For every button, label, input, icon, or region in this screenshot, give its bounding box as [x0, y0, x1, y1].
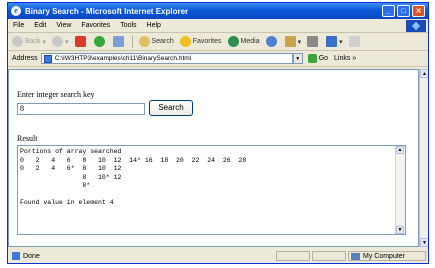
discuss-button[interactable]	[348, 36, 362, 47]
forward-arrow-icon	[52, 36, 64, 47]
status-bar: Done My Computer	[8, 249, 428, 263]
address-input[interactable]: C:\IW3HTP3\examples\ch11\BinarySearch.ht…	[40, 53, 293, 64]
result-label: Result	[17, 134, 38, 143]
page-done-icon	[12, 252, 20, 260]
home-button[interactable]	[112, 36, 126, 47]
menu-file[interactable]: File	[13, 22, 24, 29]
home-icon	[112, 36, 124, 47]
refresh-button[interactable]	[93, 36, 107, 47]
stop-icon	[74, 36, 86, 47]
refresh-icon	[93, 36, 105, 47]
title-bar: e Binary Search - Microsoft Internet Exp…	[8, 3, 428, 19]
print-button[interactable]	[307, 36, 320, 47]
favorites-button[interactable]: Favorites	[179, 36, 222, 47]
menu-view[interactable]: View	[56, 22, 71, 29]
go-button[interactable]: Go	[307, 54, 328, 63]
security-zone: My Computer	[348, 251, 426, 261]
edit-page-icon	[326, 36, 338, 47]
star-icon	[179, 36, 191, 47]
browser-window: e Binary Search - Microsoft Internet Exp…	[7, 2, 429, 264]
page-scrollbar[interactable]: ▲ ▼	[419, 69, 428, 247]
menu-favorites[interactable]: Favorites	[81, 22, 110, 29]
links-button[interactable]: Links »	[334, 55, 356, 62]
page-scroll-down-icon[interactable]: ▼	[420, 238, 428, 247]
page-icon	[43, 54, 52, 63]
status-pane	[276, 251, 310, 261]
computer-icon	[351, 252, 360, 260]
menu-bar: File Edit View Favorites Tools Help	[8, 19, 428, 33]
menu-edit[interactable]: Edit	[34, 22, 46, 29]
history-icon	[265, 36, 277, 47]
magnifier-icon	[138, 36, 150, 47]
address-dropdown-button[interactable]: ▼	[292, 53, 303, 64]
menu-tools[interactable]: Tools	[120, 22, 136, 29]
search-toolbar-button[interactable]: Search	[138, 36, 174, 47]
address-url: C:\IW3HTP3\examples\ch11\BinarySearch.ht…	[54, 55, 192, 62]
search-key-label: Enter integer search key	[17, 90, 95, 99]
result-scrollbar[interactable]: ▲ ▼	[395, 146, 405, 234]
back-arrow-icon	[12, 36, 23, 47]
page-content: Enter integer search key 8 Search Result…	[8, 69, 419, 247]
page-scroll-up-icon[interactable]: ▲	[420, 69, 428, 78]
discuss-icon	[348, 36, 360, 47]
ie-logo-icon: e	[11, 6, 21, 16]
address-bar: Address C:\IW3HTP3\examples\ch11\BinaryS…	[8, 51, 428, 67]
edit-button[interactable]: ▾	[326, 36, 343, 47]
address-label: Address	[12, 55, 38, 62]
go-arrow-icon	[307, 54, 317, 63]
mail-icon	[284, 36, 296, 47]
scroll-up-icon[interactable]: ▲	[396, 146, 404, 154]
history-button[interactable]	[265, 36, 279, 47]
mail-button[interactable]: ▾	[284, 36, 301, 47]
status-pane	[312, 251, 346, 261]
search-button[interactable]: Search	[149, 100, 193, 116]
maximize-button[interactable]: □	[397, 5, 410, 17]
toolbar: Back ▾ ▾ Search Favorites Media ▾ ▾	[8, 33, 428, 51]
toolbar-divider	[131, 35, 133, 48]
window-title: Binary Search - Microsoft Internet Explo…	[25, 6, 189, 16]
minimize-button[interactable]: _	[382, 5, 395, 17]
search-key-input[interactable]: 8	[17, 103, 145, 115]
windows-throbber-icon	[406, 20, 426, 32]
media-icon	[227, 36, 239, 47]
result-textarea[interactable]: Portions of array searched 0 2 4 6 8 10 …	[17, 145, 406, 235]
printer-icon	[307, 36, 319, 47]
forward-button[interactable]: ▾	[52, 36, 69, 47]
scroll-down-icon[interactable]: ▼	[396, 226, 404, 234]
result-text: Portions of array searched 0 2 4 6 8 10 …	[20, 148, 247, 206]
media-button[interactable]: Media	[227, 36, 260, 47]
back-button[interactable]: Back ▾	[12, 36, 46, 47]
status-text: Done	[23, 252, 40, 260]
menu-help[interactable]: Help	[147, 22, 161, 29]
close-button[interactable]: ✕	[412, 5, 425, 17]
stop-button[interactable]	[74, 36, 88, 47]
